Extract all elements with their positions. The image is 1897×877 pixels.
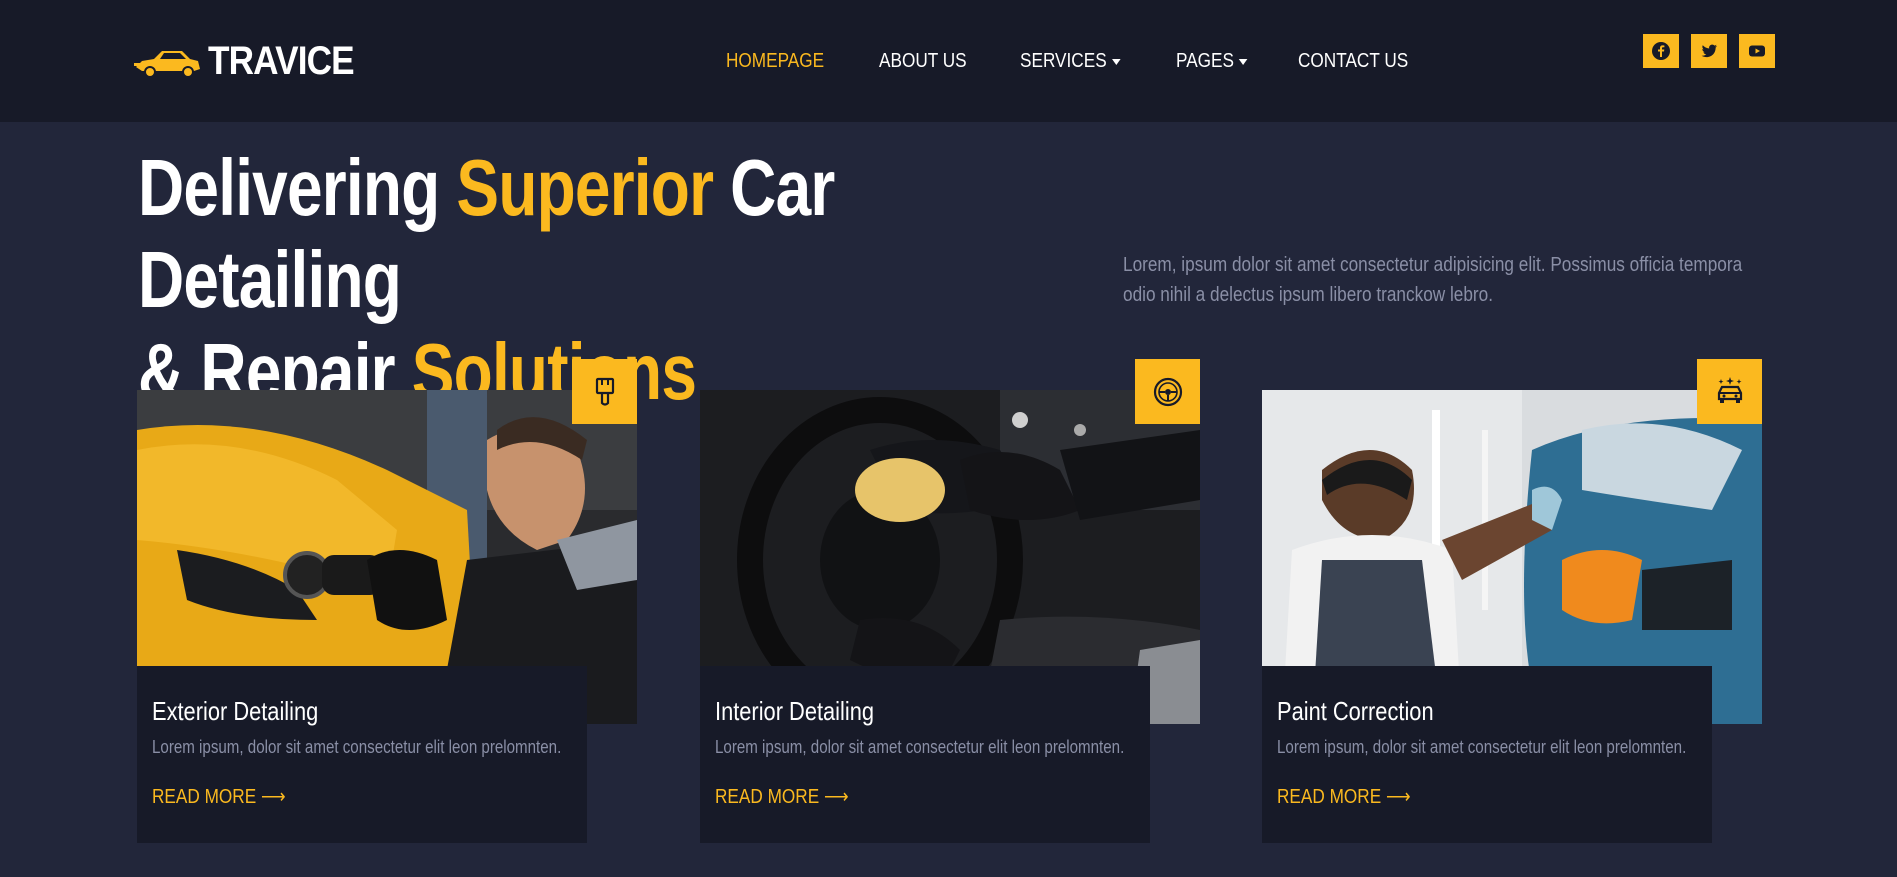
read-more-link[interactable]: READ MORE ⟶: [1277, 784, 1411, 809]
service-card-exterior: Exterior Detailing Lorem ipsum, dolor si…: [137, 359, 637, 843]
card-icon-box: [1697, 359, 1762, 424]
card-icon-box: [1135, 359, 1200, 424]
twitter-button[interactable]: [1691, 34, 1727, 68]
card-body: Interior Detailing Lorem ipsum, dolor si…: [700, 666, 1150, 843]
nav-item-pages[interactable]: PAGES: [1176, 50, 1248, 73]
read-more-link[interactable]: READ MORE ⟶: [152, 784, 286, 809]
card-body: Paint Correction Lorem ipsum, dolor sit …: [1262, 666, 1712, 843]
card-body: Exterior Detailing Lorem ipsum, dolor si…: [137, 666, 587, 843]
card-icon-box: [572, 359, 637, 424]
steering-wheel-icon: [1153, 377, 1182, 406]
nav-label: HOMEPAGE: [726, 50, 825, 72]
social-links: [1643, 34, 1775, 68]
card-text: Lorem ipsum, dolor sit amet consectetur …: [152, 737, 562, 757]
logo[interactable]: TRAVICE: [132, 36, 374, 86]
card-title: Paint Correction: [1277, 696, 1434, 726]
nav-label: SERVICES: [1019, 50, 1107, 72]
facebook-icon: [1652, 42, 1670, 60]
nav-label: CONTACT US: [1298, 50, 1409, 72]
hero-description: Lorem, ipsum dolor sit amet consectetur …: [1123, 254, 1743, 306]
hero-title-highlight: Superior: [456, 143, 714, 232]
nav-label: ABOUT US: [879, 50, 967, 72]
brush-icon: [595, 377, 614, 406]
caret-down-icon: [1111, 58, 1121, 65]
nav-item-contact-us[interactable]: CONTACT US: [1298, 50, 1408, 73]
youtube-icon: [1749, 45, 1765, 57]
service-card-paint: Paint Correction Lorem ipsum, dolor sit …: [1262, 359, 1762, 843]
card-title: Exterior Detailing: [152, 696, 319, 726]
facebook-button[interactable]: [1643, 34, 1679, 68]
nav-item-about-us[interactable]: ABOUT US: [879, 50, 967, 73]
car-sparkle-icon: [1717, 376, 1742, 403]
site-header: TRAVICE HOMEPAGE ABOUT US SERVICES PAGES…: [0, 0, 1897, 122]
service-card-interior: Interior Detailing Lorem ipsum, dolor si…: [700, 359, 1200, 843]
car-icon: [134, 51, 200, 78]
nav-label: PAGES: [1175, 50, 1234, 72]
nav-item-homepage[interactable]: HOMEPAGE: [726, 50, 824, 73]
caret-down-icon: [1238, 58, 1248, 65]
card-text: Lorem ipsum, dolor sit amet consectetur …: [715, 737, 1125, 757]
nav-item-services[interactable]: SERVICES: [1019, 50, 1121, 73]
youtube-button[interactable]: [1739, 34, 1775, 68]
main-nav: HOMEPAGE ABOUT US SERVICES PAGES CONTACT…: [726, 50, 1426, 73]
card-title: Interior Detailing: [715, 696, 875, 726]
twitter-icon: [1701, 44, 1717, 58]
read-more-link[interactable]: READ MORE ⟶: [715, 784, 849, 809]
card-text: Lorem ipsum, dolor sit amet consectetur …: [1277, 737, 1687, 757]
brand-name: TRAVICE: [208, 38, 355, 83]
hero-title-text: Delivering: [138, 143, 457, 232]
